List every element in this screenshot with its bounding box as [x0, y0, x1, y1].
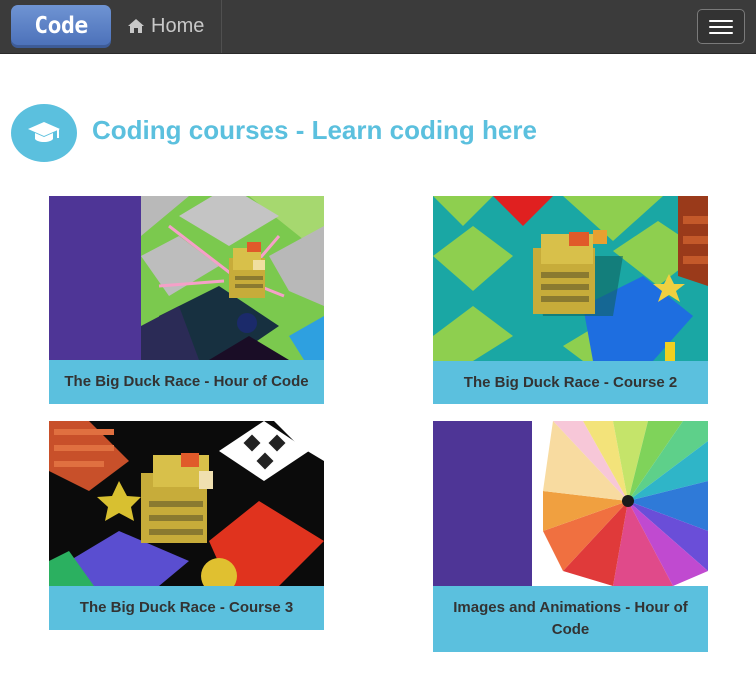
- course-title[interactable]: The Big Duck Race - Course 3: [49, 586, 324, 630]
- hamburger-bar: [709, 26, 733, 28]
- top-navbar: Code it! Home: [0, 0, 756, 82]
- course-title[interactable]: The Big Duck Race - Hour of Code: [49, 360, 324, 404]
- nav-home-link[interactable]: Home: [127, 0, 204, 53]
- course-thumbnail: [433, 196, 708, 361]
- nav-home-label: Home: [151, 15, 205, 37]
- heading-icon-circle: [11, 104, 77, 162]
- course-thumbnail: [433, 421, 708, 586]
- hamburger-menu-icon: [709, 20, 733, 22]
- graduation-cap-icon: [28, 122, 60, 142]
- hamburger-bar: [709, 32, 733, 34]
- page-title: Coding courses - Learn coding here: [92, 115, 537, 145]
- course-title[interactable]: The Big Duck Race - Course 2: [433, 361, 708, 404]
- course-thumbnail: [49, 421, 324, 586]
- course-thumbnail: [49, 196, 324, 360]
- navbar-toggle-button[interactable]: [697, 9, 745, 44]
- code-it-logo[interactable]: Code it!: [11, 5, 111, 82]
- nav-divider: [221, 0, 222, 53]
- course-title[interactable]: Images and Animations - Hour of Code: [433, 586, 708, 652]
- home-icon: [128, 19, 144, 33]
